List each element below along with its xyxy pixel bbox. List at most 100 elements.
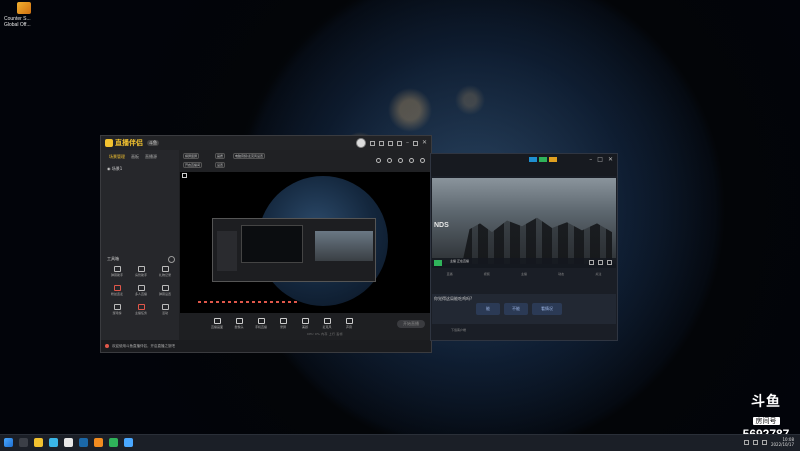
scene-label: 场景1 — [111, 166, 123, 171]
tool-host-task[interactable]: 主播任务 — [129, 304, 153, 315]
audio-settings-tag[interactable]: 电脑音频/麦克风设置 — [233, 153, 266, 159]
tool-fan-link[interactable]: 粉丝连麦 — [105, 285, 129, 296]
control-microphone[interactable]: 麦克风 — [319, 318, 335, 329]
status-message: 欢迎使用斗鱼直播伴侣，开启直播之旅吧 — [112, 343, 175, 348]
microphone-icon — [323, 318, 331, 324]
control-live-screen[interactable]: 直播画面 — [209, 318, 225, 329]
platform-badge[interactable]: 斗鱼 — [147, 140, 159, 146]
stream-preview[interactable] — [180, 172, 430, 313]
tool-gift-record[interactable]: 礼物记录 — [153, 266, 177, 277]
maximize-icon[interactable]: □ — [597, 156, 603, 163]
settings-tag[interactable]: 设置 — [215, 162, 226, 168]
tool-label: 弹幕助手 — [110, 273, 123, 277]
download-client-link[interactable]: 下载客户端 — [451, 328, 466, 332]
explorer-icon[interactable] — [34, 438, 43, 447]
close-icon[interactable]: ✕ — [608, 156, 613, 163]
game-banner[interactable]: NDS — [432, 178, 616, 264]
open-room-tag[interactable]: 开启直播间 — [183, 162, 203, 168]
watermark-brand: 斗鱼 — [751, 393, 781, 409]
control-label: 声音 — [345, 325, 352, 329]
settings-icon[interactable] — [378, 140, 384, 146]
tab-follow[interactable]: 关注 — [595, 272, 601, 282]
vote-yes-button[interactable]: 能 — [476, 303, 500, 315]
wechat-icon[interactable] — [109, 438, 118, 447]
tool-room-admin[interactable]: 房管助手 — [129, 266, 153, 277]
yellow-badge[interactable] — [549, 157, 557, 162]
network-icon[interactable] — [752, 439, 758, 445]
app-titlebar: 直播伴侣 斗鱼 – ✕ — [101, 136, 431, 150]
stream-controls: 直播画面 摄像头 手机直播 录屏 美颜 麦克风 声音 开始直播 CPU 0% 内… — [179, 314, 431, 338]
control-label: 直播画面 — [210, 325, 223, 329]
control-beauty[interactable]: 美颜 — [297, 318, 313, 329]
tool-label: 粉丝连麦 — [110, 292, 123, 296]
browser-icon[interactable] — [49, 438, 58, 447]
control-label: 美颜 — [301, 325, 308, 329]
tab-host[interactable]: 主播 — [521, 272, 527, 282]
close-icon[interactable]: ✕ — [422, 140, 427, 146]
tool-danmu[interactable]: 弹幕助手 — [105, 266, 129, 277]
share-icon[interactable] — [420, 158, 425, 163]
home-icon[interactable] — [409, 158, 414, 163]
live-info-text: 主播 正在直播 — [450, 259, 469, 263]
live-info-bar: 主播 正在直播 — [432, 258, 616, 268]
toolbox-more-icon[interactable] — [168, 256, 175, 263]
taskbar: 10:08 2022/10/17 — [0, 434, 800, 451]
green-badge[interactable] — [539, 157, 547, 162]
minimize-icon[interactable]: – — [406, 140, 409, 146]
avatar[interactable] — [355, 138, 366, 148]
tool-label: 活动 — [161, 311, 168, 315]
quality-tag[interactable]: 画质 — [215, 153, 226, 159]
start-live-button[interactable]: 开始直播 — [397, 320, 425, 328]
game-window-footer: 下载客户端 — [431, 326, 617, 340]
orientation-tag[interactable]: 横屏竖屏 — [183, 153, 200, 159]
menu-icon[interactable] — [396, 140, 402, 146]
layout-icon[interactable] — [398, 158, 403, 163]
maximize-icon[interactable] — [412, 140, 418, 146]
desktop: Counter S... Global Off... 直播伴侣 斗鱼 – ✕ 场… — [0, 0, 800, 434]
tool-game-rank[interactable]: 游戏榜 — [105, 304, 129, 315]
control-camera[interactable]: 摄像头 — [231, 318, 247, 329]
search-icon[interactable] — [19, 438, 28, 447]
tool-activity[interactable]: 活动 — [153, 304, 177, 315]
volume-icon[interactable] — [607, 260, 612, 265]
app-title: 直播伴侣 — [115, 140, 143, 147]
message-icon[interactable] — [369, 140, 375, 146]
steam-icon[interactable] — [79, 438, 88, 447]
control-record[interactable]: 录屏 — [275, 318, 291, 329]
tab-live[interactable]: 直播 — [447, 272, 453, 282]
desktop-shortcut-counter-strike[interactable]: Counter S... Global Off... — [4, 2, 44, 28]
preview-corner-icon[interactable] — [182, 173, 187, 178]
gear-icon[interactable] — [589, 260, 594, 265]
douyu-app-icon[interactable] — [94, 438, 103, 447]
tool-multi-live[interactable]: 多人直播 — [129, 285, 153, 296]
clock[interactable]: 10:08 2022/10/17 — [771, 437, 794, 447]
minimize-icon[interactable]: – — [589, 156, 592, 163]
control-volume[interactable]: 声音 — [341, 318, 357, 329]
control-phone-live[interactable]: 手机直播 — [253, 318, 269, 329]
skin-icon[interactable] — [387, 140, 393, 146]
tab-video[interactable]: 视频 — [484, 272, 490, 282]
tab-feed[interactable]: 动态 — [558, 272, 564, 282]
tab-scene[interactable]: 场景管理 — [109, 154, 125, 160]
vote-maybe-button[interactable]: 看情况 — [532, 303, 562, 315]
speaker-icon — [345, 318, 353, 324]
scene-item[interactable]: ◉ 场景1 — [101, 164, 179, 174]
tab-canvas[interactable]: 画板 — [131, 154, 139, 160]
app-statusbar: 欢迎使用斗鱼直播伴侣，开启直播之旅吧 — [101, 340, 431, 352]
fullscreen-icon[interactable] — [598, 260, 603, 265]
vote-no-button[interactable]: 不能 — [504, 303, 528, 315]
shortcut-label-line2: Global Off... — [4, 22, 31, 28]
tool-danmu-settings[interactable]: 弹幕设置 — [153, 285, 177, 296]
blue-badge[interactable] — [529, 157, 537, 162]
app-icon-1[interactable] — [64, 438, 73, 447]
record-icon[interactable] — [376, 158, 381, 163]
volume-icon[interactable] — [761, 439, 767, 445]
camera-icon — [235, 318, 243, 324]
douyu-watermark: 斗鱼 房间号 5692787 — [738, 394, 794, 434]
tab-source[interactable]: 直播源 — [145, 154, 157, 160]
start-icon[interactable] — [4, 438, 13, 447]
chevron-up-icon[interactable] — [743, 439, 749, 445]
qq-icon[interactable] — [124, 438, 133, 447]
streaming-app-window: 直播伴侣 斗鱼 – ✕ 场景管理 画板 直播源 ◉ 场景1 工具箱 弹幕助手 房… — [100, 135, 432, 353]
screenshot-icon[interactable] — [387, 158, 392, 163]
